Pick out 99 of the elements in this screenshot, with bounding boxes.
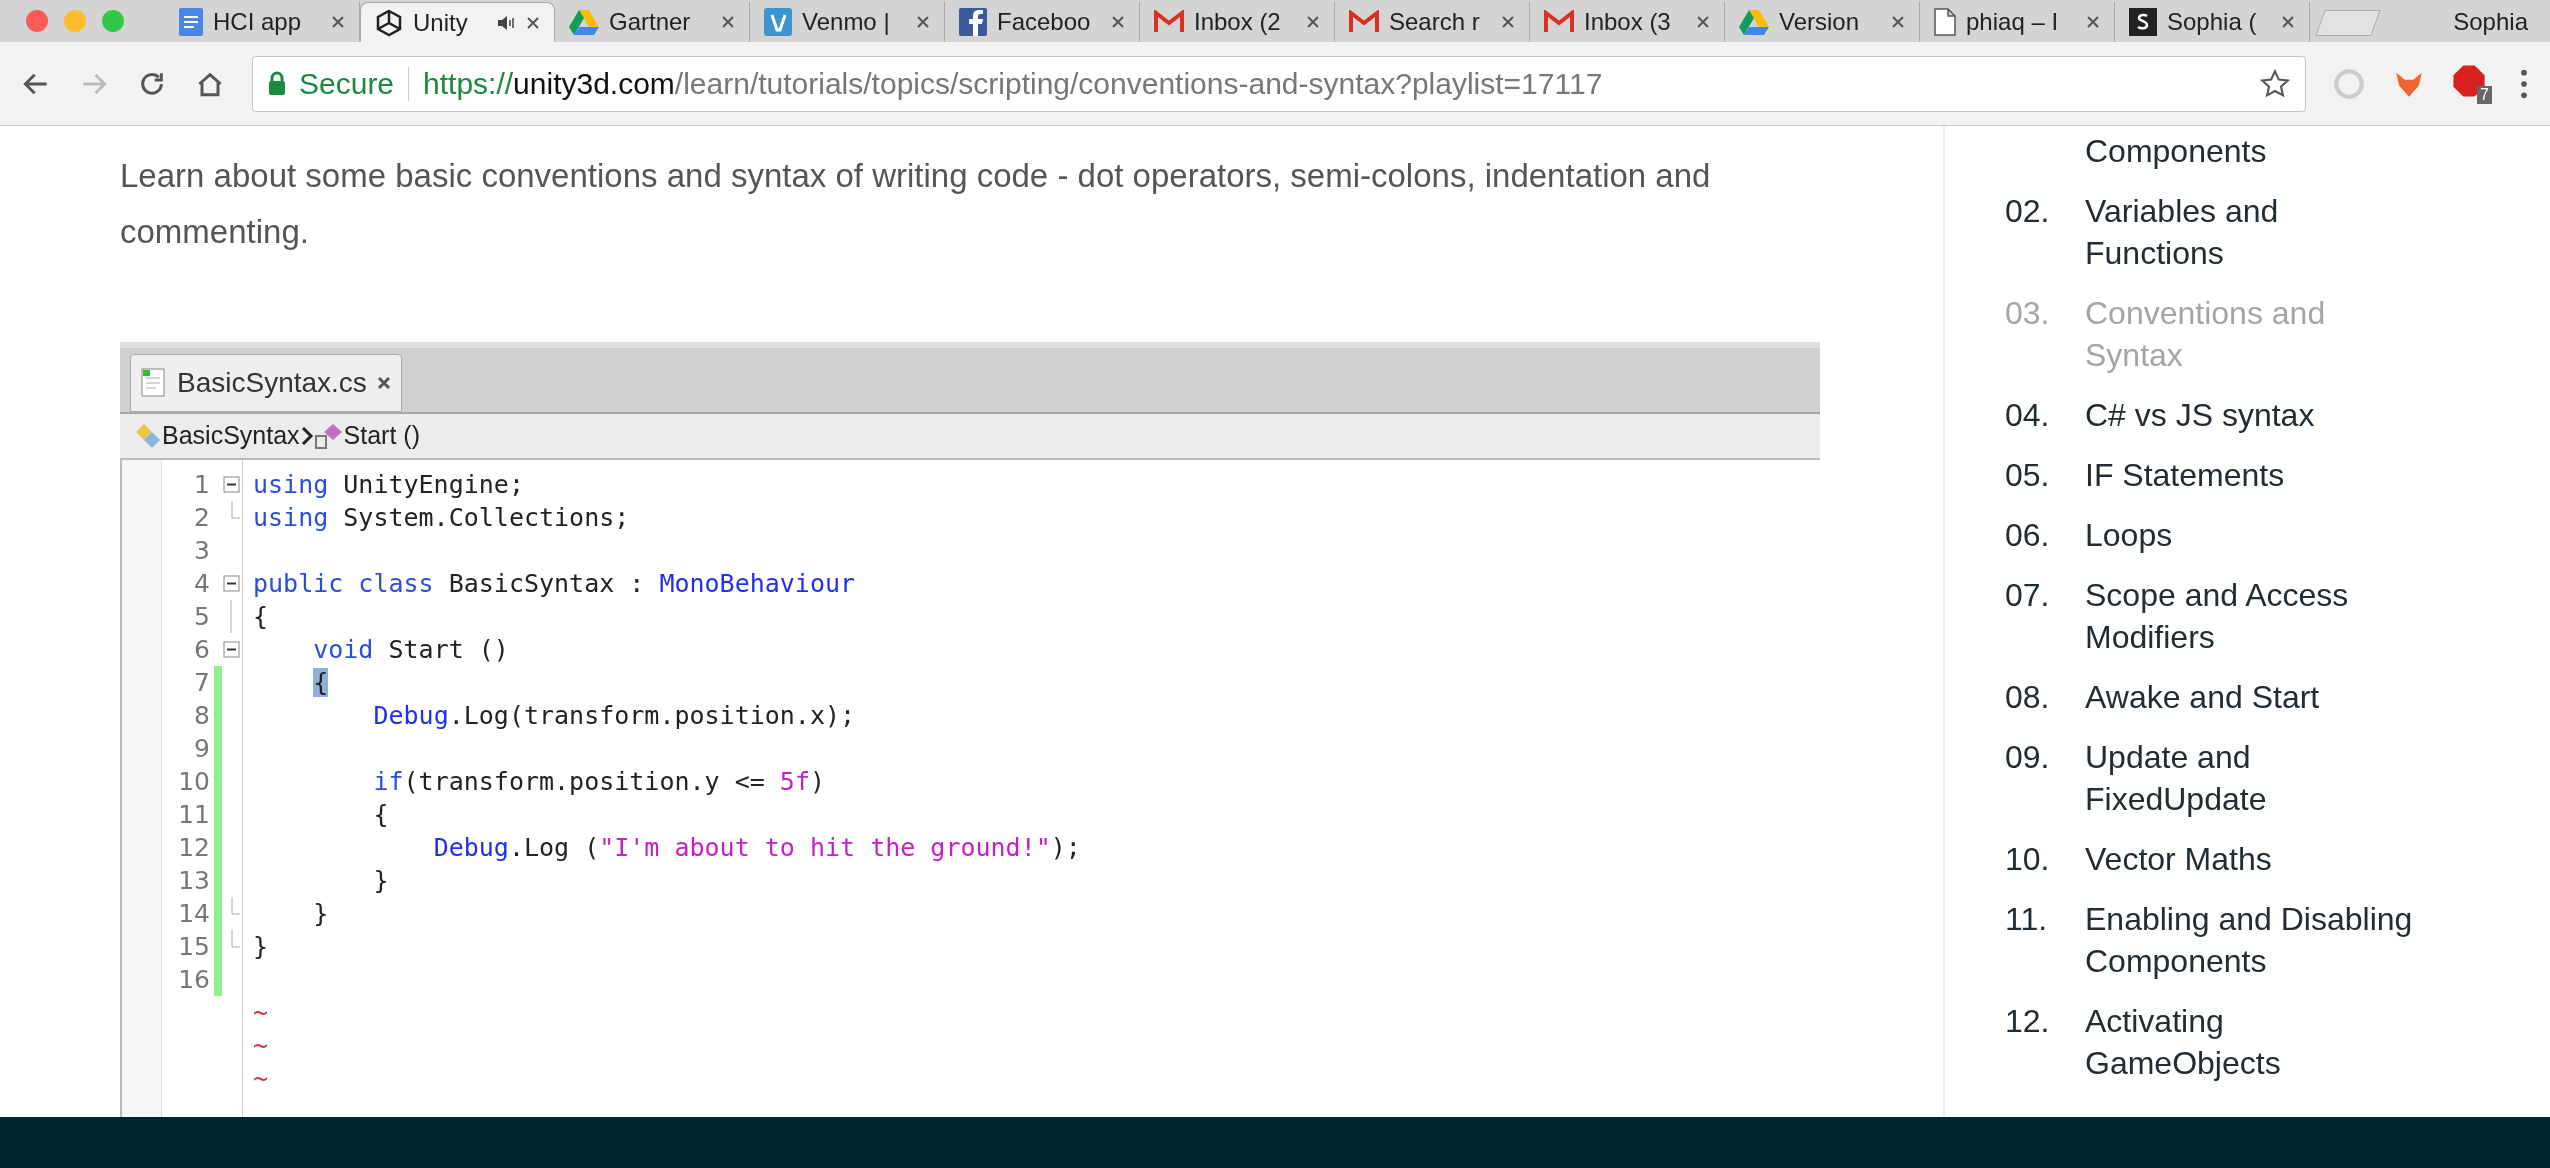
line-number: 4	[193, 567, 210, 600]
close-icon[interactable]	[721, 15, 735, 29]
line-number: 11	[177, 798, 210, 831]
line-number: 1	[193, 468, 210, 501]
lesson-link[interactable]: Enabling and Disabling Components	[2085, 898, 2425, 982]
lesson-number: 11.	[2005, 900, 2049, 939]
breadcrumb-item[interactable]: BasicSyntax	[162, 417, 300, 455]
envelope-icon	[1544, 10, 1574, 34]
url-text: https://unity3d.com/learn/tutorials/topics/scripting/conventions-and-syntax?playlist=17117	[423, 66, 1603, 102]
line-number: 2	[193, 501, 210, 534]
code-line: using System.Collections;	[253, 501, 630, 534]
f-badge-icon	[959, 8, 987, 36]
close-icon[interactable]	[1111, 15, 1125, 29]
method-icon	[313, 422, 344, 450]
line-number: 5	[193, 600, 210, 633]
lesson-link[interactable]: Scope and Access Modifiers	[2085, 574, 2425, 658]
envelope-icon	[1154, 10, 1184, 34]
lesson-number: 04.	[2005, 396, 2051, 435]
file-icon	[1934, 8, 1956, 36]
file-tab[interactable]: BasicSyntax.cs	[130, 354, 402, 412]
extension-count-badge: 7	[2477, 85, 2492, 104]
lesson-number: 05.	[2005, 456, 2051, 495]
code-line: Debug.Log(transform.position.x);	[373, 699, 856, 732]
lesson-link[interactable]: Vector Maths	[2085, 838, 2425, 880]
lesson-link[interactable]: Components	[2085, 130, 2425, 172]
line-number: 13	[177, 864, 210, 897]
triangle-icon	[569, 9, 599, 35]
star-icon[interactable]	[2259, 67, 2291, 100]
end-of-file-marker: ~	[253, 1062, 269, 1095]
code-line: using UnityEngine;	[253, 468, 524, 501]
triangle-icon	[1739, 9, 1769, 35]
close-icon[interactable]	[2281, 15, 2295, 29]
secure-label: Secure	[299, 66, 395, 102]
document-icon	[179, 8, 203, 36]
chevron-right-icon	[299, 425, 314, 447]
line-number: 15	[177, 930, 210, 963]
fold-toggle-icon[interactable]	[222, 476, 240, 493]
line-number: 9	[193, 732, 210, 765]
line-number: 16	[177, 963, 210, 996]
script-file-icon	[141, 368, 167, 398]
browser-tab[interactable]: Unity	[360, 2, 555, 42]
lesson-number: 12.	[2005, 1002, 2051, 1041]
lesson-link[interactable]: Loops	[2085, 514, 2425, 556]
code-line: {	[373, 798, 389, 831]
breadcrumb-item[interactable]: Start ()	[343, 417, 420, 455]
lesson-link[interactable]: Awake and Start	[2085, 676, 2425, 718]
envelope-icon	[1349, 10, 1379, 34]
close-icon[interactable]	[526, 15, 540, 30]
intro-paragraph: Learn about some basic conventions and syntax of writing code - dot operators, semi-colons, indentation and commenting.	[120, 156, 1712, 252]
code-line: }	[373, 864, 389, 897]
close-icon[interactable]	[2086, 15, 2100, 29]
close-icon[interactable]	[331, 15, 345, 29]
code-line: Debug.Log ("I'm about to hit the ground!");	[433, 831, 1081, 864]
close-icon[interactable]	[1306, 15, 1320, 29]
fold-end-icon	[230, 897, 240, 915]
close-icon[interactable]	[1891, 15, 1905, 29]
lesson-number: 10.	[2005, 840, 2051, 879]
lesson-number: 09.	[2005, 738, 2051, 777]
cube-icon	[375, 8, 403, 37]
lesson-link[interactable]: C# vs JS syntax	[2085, 394, 2425, 436]
line-number: 6	[193, 633, 210, 666]
line-number: 10	[177, 765, 210, 798]
lesson-link[interactable]: IF Statements	[2085, 454, 2425, 496]
code-line: if(transform.position.y <= 5f)	[373, 765, 825, 798]
line-number: 12	[177, 831, 210, 864]
code-line: }	[313, 897, 329, 930]
fold-toggle-icon[interactable]	[222, 641, 240, 658]
line-number: 14	[177, 897, 210, 930]
end-of-file-marker: ~	[253, 996, 269, 1029]
code-line: {	[253, 600, 269, 633]
fold-toggle-icon[interactable]	[222, 575, 240, 592]
address-bar[interactable]: Secure https://unity3d.com/learn/tutorials/topics/scripting/conventions-and-syntax?playlist=17117	[252, 55, 2306, 112]
class-icon	[134, 422, 162, 450]
line-number: 8	[193, 699, 210, 732]
lock-icon	[267, 70, 287, 97]
lesson-number: 08.	[2005, 678, 2051, 717]
lesson-number: 03.	[2005, 294, 2051, 333]
line-number: 7	[193, 666, 210, 699]
fold-end-icon	[230, 501, 240, 519]
lesson-link[interactable]: Update and FixedUpdate	[2085, 736, 2425, 820]
lesson-number: 02.	[2005, 192, 2051, 231]
close-icon[interactable]	[1501, 15, 1515, 29]
code-line: public class BasicSyntax : MonoBehaviour	[253, 567, 856, 600]
line-number: 3	[193, 534, 210, 567]
fold-line-icon	[230, 600, 232, 633]
v-badge-icon	[764, 8, 792, 36]
lesson-number: 06.	[2005, 516, 2051, 555]
lesson-link[interactable]: Activating GameObjects	[2085, 1000, 2425, 1084]
close-icon[interactable]	[1696, 15, 1710, 29]
dark-square-icon	[2129, 8, 2157, 36]
profile-name[interactable]: Sophia	[2453, 4, 2528, 40]
fold-end-icon	[230, 930, 240, 948]
code-line: void Start ()	[313, 633, 509, 666]
close-icon[interactable]	[916, 15, 930, 29]
code-line: }	[253, 930, 269, 963]
close-icon[interactable]	[376, 376, 391, 390]
lesson-number: 07.	[2005, 576, 2051, 615]
end-of-file-marker: ~	[253, 1029, 269, 1062]
lesson-link[interactable]: Variables and Functions	[2085, 190, 2425, 274]
